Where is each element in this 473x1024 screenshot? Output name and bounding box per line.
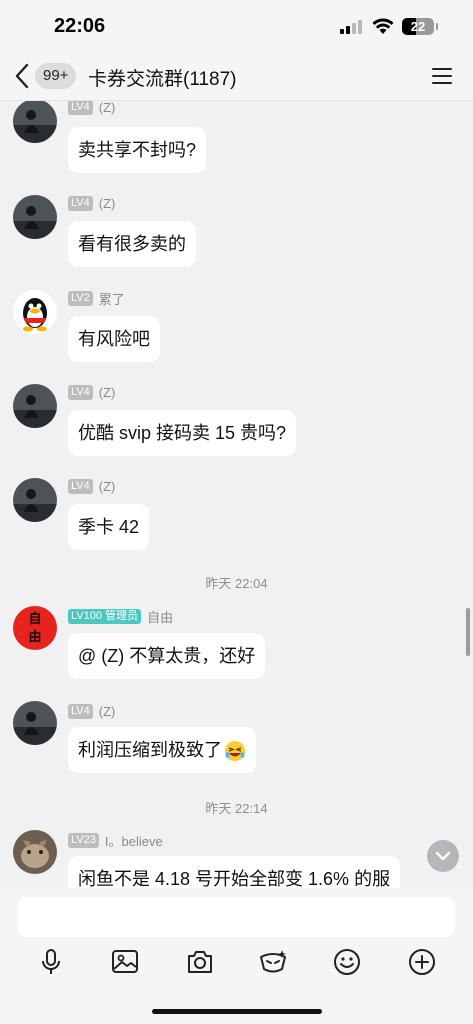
- cellular-signal-icon: [340, 20, 364, 34]
- scrollbar[interactable]: [466, 608, 470, 656]
- time-separator: 昨天 22:14: [205, 801, 268, 816]
- message-meta: LV4 (Z): [68, 195, 115, 211]
- battery-level: 22: [410, 19, 426, 34]
- sender-name: 累了: [98, 291, 125, 307]
- level-badge: LV4: [68, 478, 93, 494]
- message-bubble[interactable]: 季卡 42: [68, 504, 150, 550]
- user-avatar[interactable]: [13, 478, 57, 522]
- unread-count-badge[interactable]: 99+: [35, 63, 77, 89]
- level-badge: LV4: [68, 703, 93, 719]
- camera-icon[interactable]: [185, 947, 215, 977]
- microphone-icon[interactable]: [36, 947, 66, 977]
- message-bubble[interactable]: 优酷 svip 接码卖 15 贵吗?: [68, 410, 297, 456]
- message-bubble[interactable]: 卖共享不封吗?: [68, 127, 207, 173]
- scroll-to-bottom-button[interactable]: [427, 840, 459, 872]
- sender-name: (Z): [98, 703, 116, 719]
- nav-bar: 99+ 卡券交流群(1187): [0, 52, 473, 101]
- sender-name: (Z): [98, 384, 116, 400]
- time-separator: 昨天 22:04: [205, 576, 268, 591]
- battery-tip: [436, 23, 438, 30]
- message-bubble[interactable]: 闲鱼不是 4.18 号开始全部变 1.6% 的服: [68, 856, 401, 888]
- level-badge: LV2: [68, 290, 93, 306]
- sender-name: 自由: [147, 609, 174, 625]
- status-time: 22:06: [54, 15, 106, 37]
- image-icon[interactable]: [110, 947, 140, 977]
- user-avatar[interactable]: 自 由: [13, 606, 57, 650]
- back-chevron-icon[interactable]: [12, 62, 32, 90]
- message-bubble[interactable]: 有风险吧: [68, 316, 160, 362]
- message-meta: LV23 I。believe: [68, 832, 163, 849]
- admin-level-badge: LV100 管理员: [68, 608, 142, 624]
- user-avatar[interactable]: [13, 195, 57, 239]
- message-meta: LV100 管理员 自由: [68, 608, 174, 625]
- message-meta: LV4 (Z): [68, 384, 115, 400]
- chat-title: 卡券交流群(1187): [88, 69, 237, 90]
- level-badge: LV4: [68, 101, 93, 115]
- sender-name: (Z): [98, 195, 116, 211]
- red-packet-icon[interactable]: [258, 947, 288, 977]
- user-avatar[interactable]: [13, 101, 57, 143]
- avatar-text: 自 由: [28, 611, 42, 644]
- user-avatar[interactable]: [13, 830, 57, 874]
- level-badge: LV4: [68, 384, 93, 400]
- level-badge: LV23: [68, 832, 99, 848]
- sender-name: (Z): [98, 478, 116, 494]
- message-meta: LV2 累了: [68, 290, 125, 307]
- emoji-icon[interactable]: [332, 947, 362, 977]
- input-area: [0, 888, 473, 1024]
- user-avatar[interactable]: [13, 290, 57, 334]
- laughing-emoji-icon: [225, 741, 245, 762]
- user-avatar[interactable]: [13, 701, 57, 745]
- sender-name: (Z): [98, 101, 116, 115]
- message-text: 利润压缩到极致了: [78, 740, 222, 760]
- plus-icon[interactable]: [407, 947, 437, 977]
- message-meta: LV4 (Z): [68, 703, 115, 719]
- wifi-icon: [372, 18, 394, 34]
- chat-list[interactable]: LV4 (Z) 卖共享不封吗? LV4 (Z) 看有很多卖的 LV2 累了 有风…: [0, 101, 473, 888]
- user-avatar[interactable]: [13, 384, 57, 428]
- message-input[interactable]: [18, 897, 455, 937]
- message-meta: LV4 (Z): [68, 101, 115, 115]
- menu-icon[interactable]: [432, 68, 452, 84]
- message-bubble[interactable]: 看有很多卖的: [68, 221, 196, 267]
- sender-name: I。believe: [104, 833, 163, 849]
- battery-icon: 22: [402, 18, 434, 35]
- message-bubble[interactable]: @ (Z) 不算太贵，还好: [68, 633, 266, 679]
- level-badge: LV4: [68, 195, 93, 211]
- message-bubble[interactable]: 利润压缩到极致了: [68, 727, 256, 773]
- status-bar: 22:06 22: [0, 0, 473, 52]
- home-indicator: [152, 1009, 322, 1014]
- message-meta: LV4 (Z): [68, 478, 115, 494]
- chevron-down-icon: [435, 851, 451, 861]
